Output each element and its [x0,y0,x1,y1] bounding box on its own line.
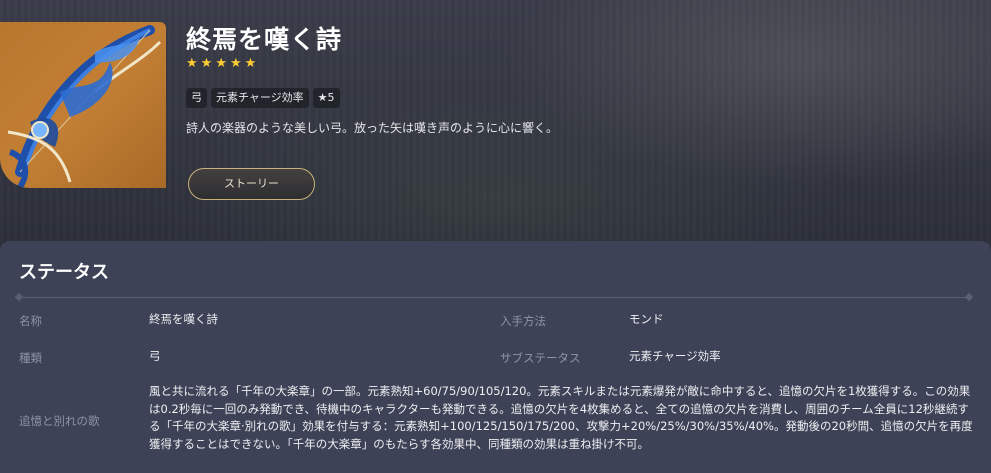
effect-value: 風と共に流れる「千年の大楽章」の一部。元素熟知+60/75/90/105/120… [149,384,973,451]
star-icon: ★ [215,56,227,71]
status-panel: ステータス 名称 終焉を嘆く詩 入手方法 モンド 種類 弓 サブステータス 元素… [0,241,991,473]
substat-value: 元素チャージ効率 [629,349,721,363]
obtain-value: モンド [629,312,664,326]
type-value: 弓 [149,349,161,363]
weapon-title: 終焉を嘆く詩 [186,25,343,54]
tag-list: 弓 元素チャージ効率 ★5 [186,88,340,108]
weapon-description: 詩人の楽器のような美しい弓。放った矢は嘆き声のように心に響く。 [186,121,559,135]
divider [19,297,969,298]
rarity-stars: ★ ★ ★ ★ ★ [186,57,256,71]
type-label: 種類 [19,351,42,365]
tag-substat: 元素チャージ効率 [211,88,309,108]
effect-label: 追憶と別れの歌 [19,414,100,428]
story-button[interactable]: ストーリー [188,168,315,200]
tag-weapon-type: 弓 [186,88,207,108]
bow-icon [7,25,162,188]
obtain-label: 入手方法 [500,314,546,328]
name-value: 終焉を嘆く詩 [149,312,218,326]
status-heading: ステータス [19,262,109,283]
tag-rarity: ★5 [312,88,340,108]
star-icon: ★ [200,56,213,71]
star-icon: ★ [186,56,198,71]
substat-label: サブステータス [500,351,581,365]
weapon-image [0,22,166,188]
name-label: 名称 [19,314,42,328]
star-icon: ★ [229,56,242,71]
star-icon: ★ [244,56,257,71]
